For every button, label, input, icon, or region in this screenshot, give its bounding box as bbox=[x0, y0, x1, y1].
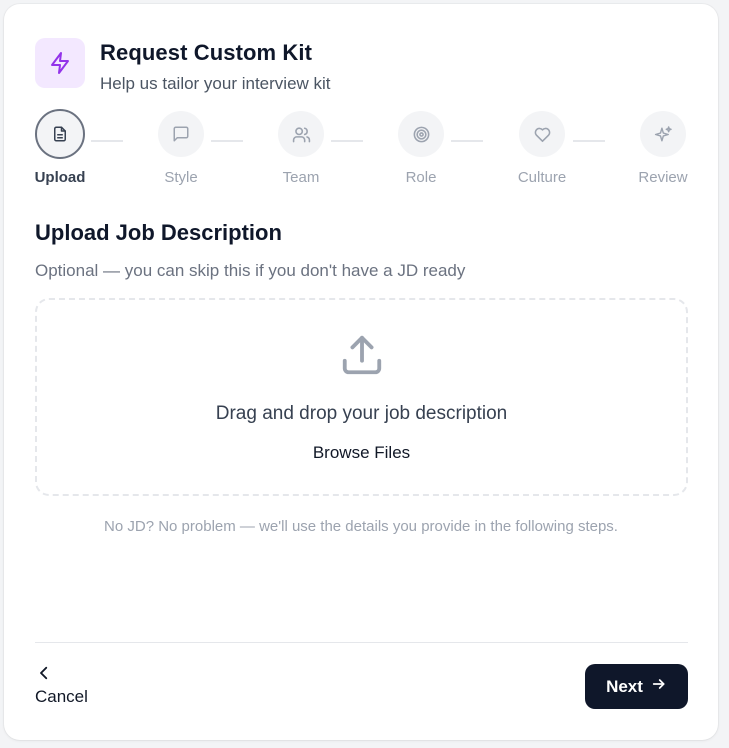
step-culture[interactable]: Culture bbox=[502, 111, 582, 186]
footer-divider bbox=[35, 642, 688, 643]
step-label: Review bbox=[638, 169, 688, 186]
next-label: Next bbox=[606, 676, 643, 696]
modal-title: Request Custom Kit bbox=[100, 40, 313, 65]
arrow-right-icon bbox=[651, 676, 667, 697]
lightning-bolt-icon bbox=[35, 38, 85, 88]
file-dropzone[interactable]: Drag and drop your job description Brows… bbox=[35, 298, 688, 496]
section-title: Upload Job Description bbox=[35, 220, 282, 245]
step-review[interactable]: Review bbox=[623, 111, 703, 186]
step-style[interactable]: Style bbox=[141, 111, 221, 186]
document-icon bbox=[35, 109, 85, 159]
next-button[interactable]: Next bbox=[585, 664, 688, 709]
step-upload[interactable]: Upload bbox=[20, 109, 100, 186]
step-label: Upload bbox=[34, 169, 86, 186]
browse-files-button[interactable]: Browse Files bbox=[313, 443, 410, 463]
chevron-left-icon bbox=[35, 664, 88, 684]
step-label: Team bbox=[282, 169, 320, 186]
users-icon bbox=[278, 111, 324, 157]
sparkles-icon bbox=[640, 111, 686, 157]
step-role[interactable]: Role bbox=[381, 111, 461, 186]
upload-icon bbox=[339, 332, 385, 383]
message-square-icon bbox=[158, 111, 204, 157]
cancel-button[interactable]: Cancel bbox=[35, 664, 88, 707]
step-team[interactable]: Team bbox=[261, 111, 341, 186]
heart-icon bbox=[519, 111, 565, 157]
target-icon bbox=[398, 111, 444, 157]
dropzone-text: Drag and drop your job description bbox=[215, 403, 508, 424]
step-label: Culture bbox=[517, 169, 567, 186]
helper-note: No JD? No problem — we'll use the detail… bbox=[104, 518, 618, 535]
modal-header: Request Custom Kit Help us tailor your i… bbox=[35, 38, 331, 94]
step-label: Style bbox=[164, 169, 198, 186]
step-label: Role bbox=[405, 169, 437, 186]
cancel-label: Cancel bbox=[35, 687, 88, 706]
stepper: Upload Style Team Role Culture Review bbox=[35, 109, 688, 191]
request-kit-modal: Request Custom Kit Help us tailor your i… bbox=[4, 4, 718, 740]
section-subtitle: Optional — you can skip this if you don'… bbox=[35, 261, 466, 280]
modal-subtitle: Help us tailor your interview kit bbox=[100, 74, 331, 93]
